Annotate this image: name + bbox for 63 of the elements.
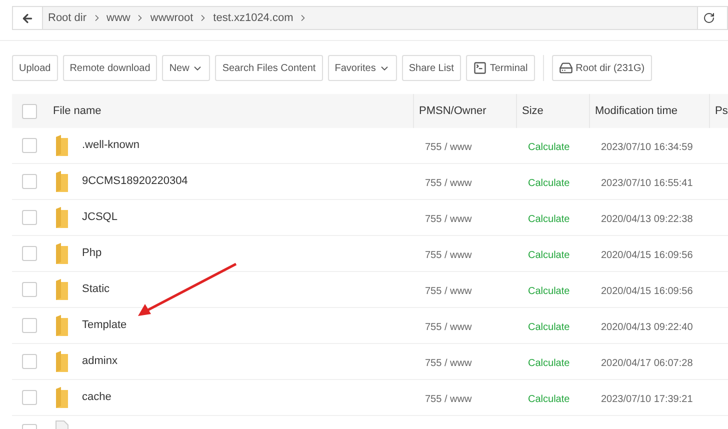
- checkbox[interactable]: [22, 282, 37, 297]
- file-name[interactable]: Template: [82, 317, 127, 334]
- checkbox[interactable]: [22, 104, 37, 118]
- folder-icon: [55, 242, 69, 264]
- table-cell: 755 / www: [425, 142, 472, 152]
- table-cell: 2023/07/10 17:39:21: [601, 394, 693, 404]
- toolbar-button[interactable]: Upload: [12, 55, 58, 81]
- table-cell: 755 / www: [425, 322, 472, 332]
- table-cell: 755 / www: [425, 214, 472, 224]
- file-name[interactable]: Static: [82, 281, 110, 298]
- table-cell: 755 / www: [425, 286, 472, 296]
- checkbox[interactable]: [22, 318, 37, 333]
- column-header[interactable]: PMSN/Owner: [419, 102, 486, 120]
- table-cell: 755 / www: [425, 394, 472, 404]
- column-header[interactable]: Size: [522, 102, 544, 120]
- checkbox[interactable]: [22, 174, 37, 189]
- file-name[interactable]: 9CCMS18920220304: [82, 173, 188, 190]
- checkbox[interactable]: [22, 246, 37, 261]
- toolbar-button[interactable]: Root dir (231G): [552, 55, 652, 81]
- folder-icon: [55, 134, 69, 156]
- file-name[interactable]: adminx: [82, 353, 118, 370]
- folder-icon: [55, 170, 69, 192]
- folder-icon: [55, 350, 69, 372]
- refresh-icon: [703, 12, 715, 24]
- breadcrumb-link[interactable]: wwwroot: [150, 10, 194, 26]
- toolbar-button[interactable]: Terminal: [466, 55, 535, 81]
- column-header[interactable]: Modification time: [595, 102, 678, 120]
- table-cell: 755 / www: [425, 178, 472, 188]
- file-name[interactable]: cache: [82, 389, 112, 406]
- folder-icon: [55, 278, 69, 300]
- table-cell: 2023/07/10 16:34:59: [601, 142, 693, 152]
- table-cell: 2020/04/13 09:22:38: [601, 214, 693, 224]
- table-cell: 2020/04/13 09:22:40: [601, 322, 693, 332]
- folder-icon: [55, 206, 69, 228]
- toolbar-button[interactable]: New: [162, 55, 210, 81]
- table-cell: 2020/04/15 16:09:56: [601, 286, 693, 296]
- column-header[interactable]: File name: [53, 102, 102, 120]
- toolbar-button[interactable]: Remote download: [62, 55, 158, 81]
- checkbox[interactable]: [22, 354, 37, 369]
- toolbar-button[interactable]: Search Files Content: [215, 55, 323, 81]
- table-cell: 2020/04/15 16:09:56: [601, 250, 693, 260]
- breadcrumb-link[interactable]: test.xz1024.com: [213, 10, 294, 26]
- terminal-icon: [472, 61, 487, 75]
- table-cell: 755 / www: [425, 358, 472, 368]
- breadcrumb-link[interactable]: www: [106, 10, 130, 26]
- toolbar-button[interactable]: Favorites: [328, 55, 397, 81]
- folder-icon: [55, 386, 69, 408]
- refresh-button[interactable]: [697, 7, 727, 29]
- file-name[interactable]: .well-known: [82, 137, 140, 154]
- back-button[interactable]: [13, 7, 43, 29]
- checkbox[interactable]: [22, 390, 37, 405]
- checkbox[interactable]: [22, 210, 37, 225]
- table-cell: 755 / www: [425, 250, 472, 260]
- toolbar-button[interactable]: Share List: [402, 55, 461, 81]
- checkbox[interactable]: [22, 138, 37, 153]
- back-arrow-icon: [21, 12, 34, 24]
- table-cell: 2023/07/10 16:55:41: [601, 178, 693, 188]
- column-header[interactable]: Ps: [715, 102, 728, 120]
- file-name[interactable]: JCSQL: [82, 209, 118, 226]
- folder-icon: [55, 314, 69, 336]
- breadcrumb-link[interactable]: Root dir: [48, 10, 87, 26]
- file-name[interactable]: Php: [82, 245, 102, 262]
- table-cell: 2020/04/17 06:07:28: [601, 358, 693, 368]
